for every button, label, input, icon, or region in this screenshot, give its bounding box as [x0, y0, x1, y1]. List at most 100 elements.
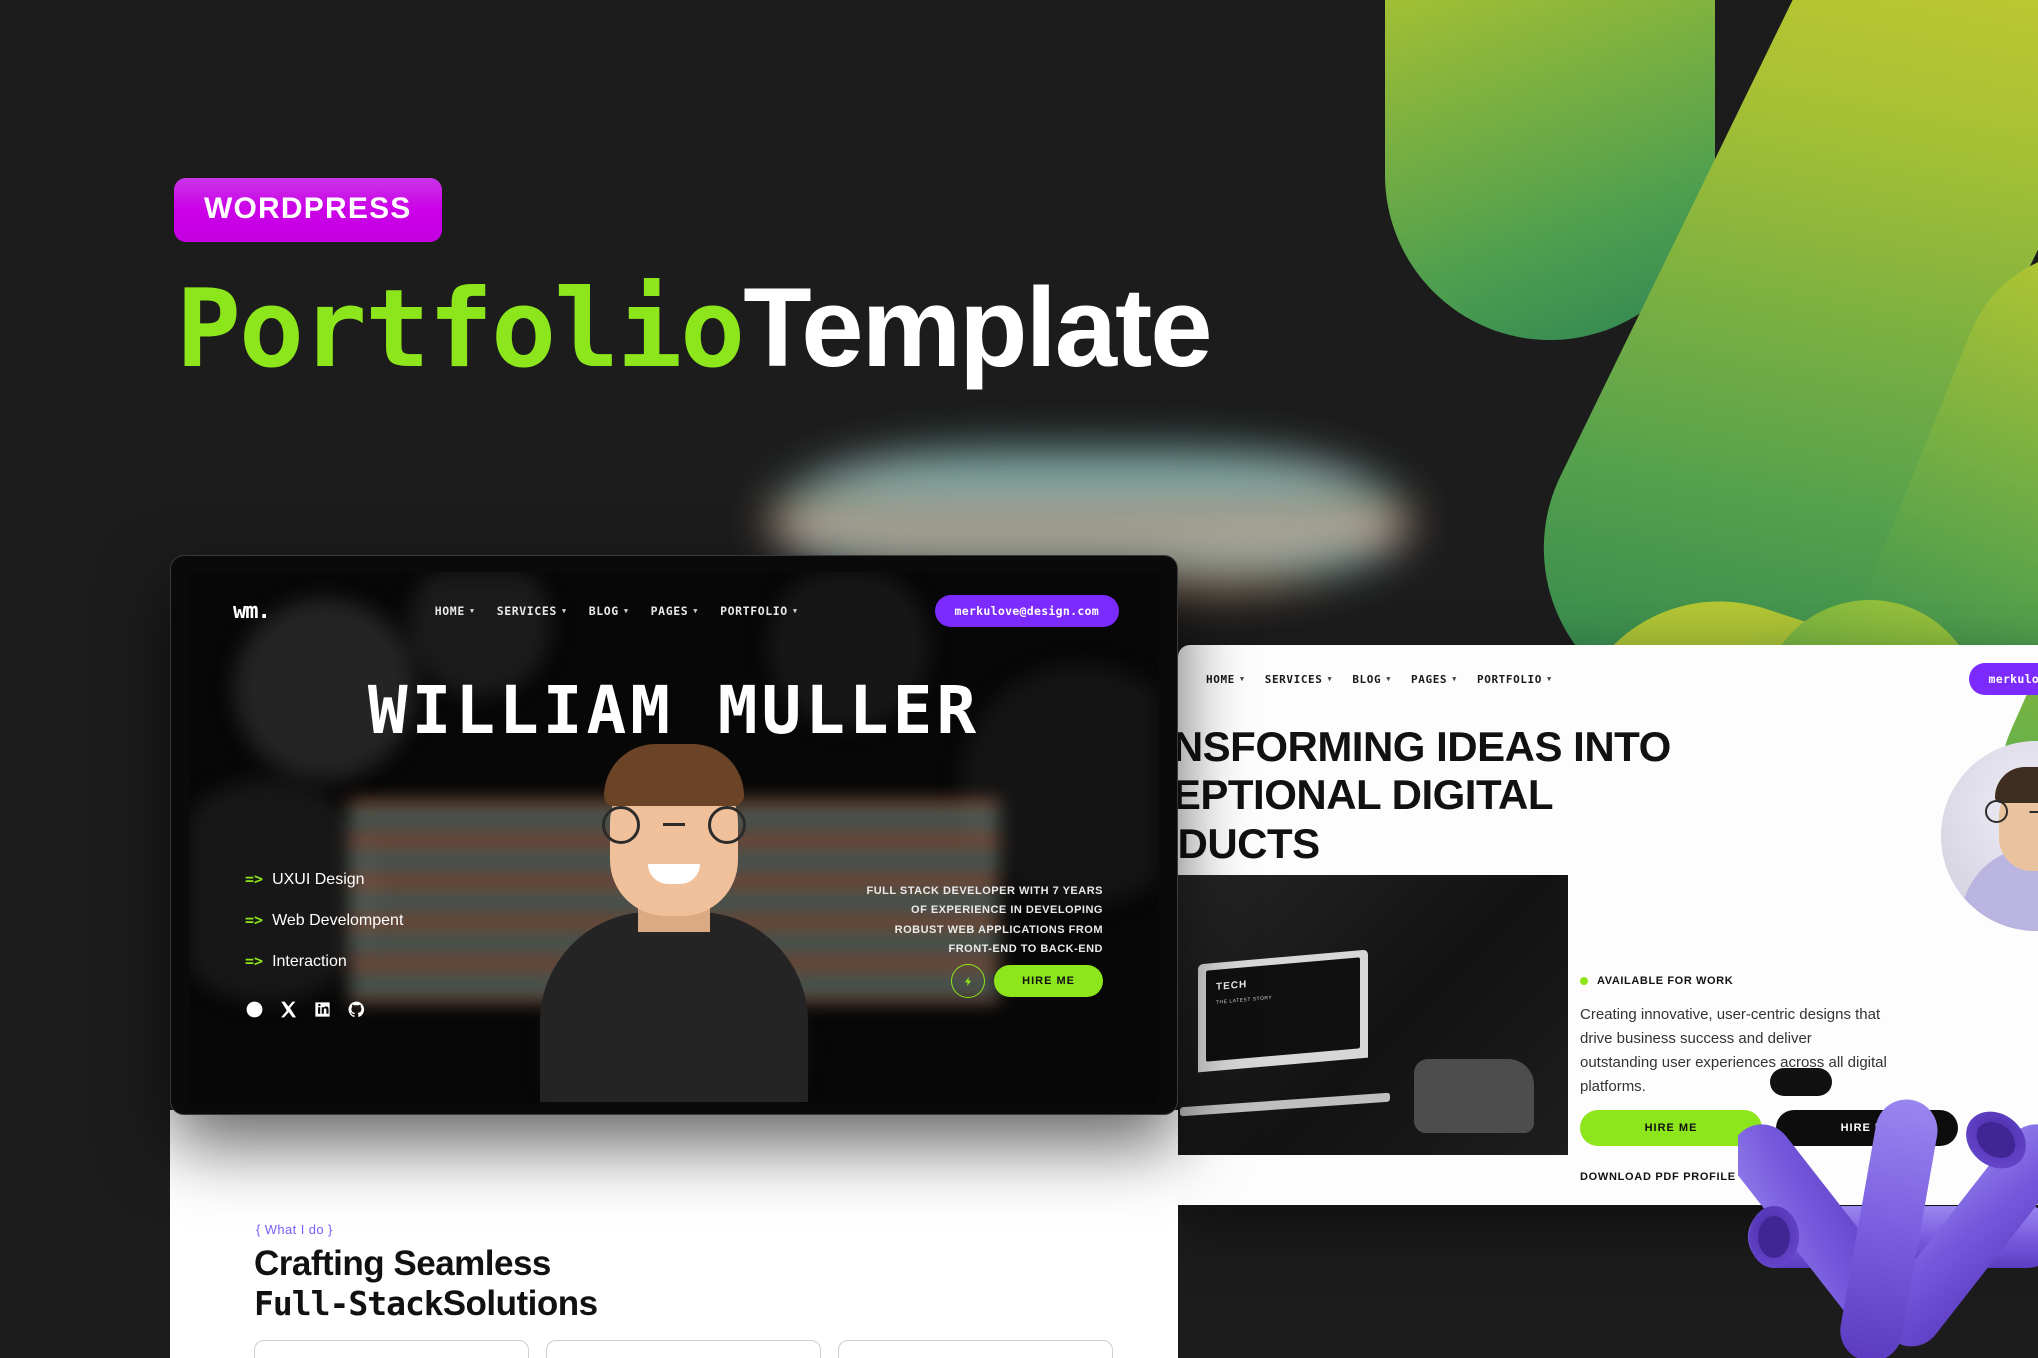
skill-item-interaction[interactable]: => Interaction	[245, 952, 403, 971]
portrait-hair	[604, 744, 744, 806]
portrait-glasses-bridge	[663, 823, 685, 826]
lightning-bolt-button[interactable]	[951, 964, 986, 998]
dark-nav-item-services[interactable]: SERVICES ▼	[497, 604, 567, 618]
section-heading-fullstack: Full-Stack	[254, 1284, 444, 1323]
chevron-down-icon: ▼	[792, 606, 798, 615]
photo-laptop: TECH THE LATEST STORY	[1198, 949, 1368, 1073]
page-title: PortfolioTemplate	[176, 272, 1213, 384]
light-nav-label-pages: PAGES	[1411, 672, 1448, 686]
chevron-down-icon: ▼	[693, 606, 699, 615]
hire-me-primary-button[interactable]: HIRE ME	[1580, 1110, 1762, 1146]
dark-nav-label-blog: BLOG	[588, 604, 619, 618]
hire-me-button[interactable]: HIRE ME	[994, 965, 1103, 997]
light-nav-item-services[interactable]: SERVICES ▼	[1265, 673, 1333, 686]
chevron-down-icon: ▼	[1386, 674, 1392, 683]
lightning-bolt-icon	[964, 976, 971, 986]
green-blob-1	[1385, 0, 1715, 340]
wordpress-badge: WORDPRESS	[174, 178, 442, 242]
photo-rock-shape	[1414, 1059, 1534, 1133]
download-pdf-link[interactable]: DOWNLOAD PDF PROFILE	[1580, 1170, 1758, 1183]
chevron-down-icon: ▼	[1452, 674, 1457, 683]
site-logo[interactable]: wm.	[233, 599, 271, 624]
page-title-portfolio: Portfolio	[176, 267, 745, 392]
avatar-glasses-left	[1985, 800, 2008, 823]
page-title-template: Template	[743, 265, 1212, 390]
light-nav-label-home: HOME	[1206, 672, 1235, 686]
laptop-screen-title: TECH	[1216, 979, 1248, 993]
skills-list: => UXUI Design => Web Develompent => Int…	[245, 870, 403, 993]
hero-portrait	[349, 732, 999, 1102]
light-nav-label-services: SERVICES	[1264, 672, 1323, 686]
service-card-2[interactable]	[546, 1340, 821, 1358]
hero-cta-row: HIRE ME	[951, 964, 1103, 998]
skill-label-uxui: UXUI Design	[272, 871, 365, 888]
light-nav-label-portfolio: PORTFOLIO	[1477, 672, 1543, 686]
linkedin-icon[interactable]	[313, 1000, 332, 1019]
download-pdf-label: DOWNLOAD PDF PROFILE	[1580, 1170, 1736, 1183]
dark-nav-label-pages: PAGES	[650, 604, 689, 618]
status-badge: AVAILABLE FOR WORK	[1597, 975, 1734, 987]
laptop-screen-subtitle: THE LATEST STORY	[1216, 994, 1273, 1006]
light-nav-menu: HOME ▼ SERVICES ▼ BLOG ▼ PAGES ▼ PORTFOL…	[1206, 673, 1552, 686]
avatar-glasses-bridge	[2029, 810, 2038, 813]
light-nav-label-blog: BLOG	[1352, 672, 1382, 686]
github-icon[interactable]	[347, 1000, 366, 1019]
black-pill-shape	[1770, 1068, 1832, 1096]
hero-name: WILLIAM MULLER	[367, 672, 981, 749]
chevron-down-icon: ▼	[469, 606, 475, 615]
photo-laptop-base	[1180, 1092, 1390, 1117]
chevron-down-icon: ▼	[623, 606, 629, 615]
dark-nav-item-portfolio[interactable]: PORTFOLIO ▼	[720, 604, 798, 618]
arrow-icon: =>	[245, 952, 264, 970]
portrait-body	[540, 912, 808, 1102]
light-nav-item-portfolio[interactable]: PORTFOLIO ▼	[1477, 673, 1552, 686]
portrait-glasses-left	[602, 806, 640, 844]
light-email-button[interactable]: merkulove@design.com	[1968, 663, 2038, 695]
chevron-down-icon: ▼	[561, 606, 567, 615]
dark-nav-item-blog[interactable]: BLOG ▼	[589, 604, 629, 618]
portrait-figure	[540, 744, 808, 1102]
skill-label-interaction: Interaction	[272, 953, 347, 970]
dark-nav-item-home[interactable]: HOME ▼	[435, 604, 475, 618]
service-card-1[interactable]	[254, 1340, 529, 1358]
dark-nav-label-services: SERVICES	[496, 604, 557, 618]
dark-nav-label-home: HOME	[434, 604, 465, 618]
skill-item-web-development[interactable]: => Web Develompent	[245, 911, 403, 930]
social-links	[245, 1000, 366, 1019]
x-icon[interactable]	[279, 1000, 298, 1019]
section-eyebrow: { What I do }	[256, 1222, 333, 1237]
what-i-do-section: { What I do } Crafting Seamless Full-Sta…	[170, 1110, 1178, 1358]
light-nav-item-home[interactable]: HOME ▼	[1206, 673, 1245, 686]
chevron-down-icon: ▼	[1327, 674, 1333, 683]
photo-laptop-screen: TECH THE LATEST STORY	[1206, 957, 1360, 1062]
arrow-icon: =>	[245, 870, 264, 888]
purple-3d-jack-shape	[1738, 1099, 2038, 1358]
light-hero-heading: TRANSFORMING IDEAS INTO EXCEPTIONAL DIGI…	[1178, 723, 1671, 867]
facebook-icon[interactable]	[245, 1000, 264, 1019]
dark-nav-menu: HOME ▼ SERVICES ▼ BLOG ▼ PAGES ▼ PORTFOL…	[435, 604, 798, 618]
dark-site-preview: wm. HOME ▼ SERVICES ▼ BLOG ▼ PAGES ▼ POR…	[170, 555, 1178, 1115]
skill-item-uxui[interactable]: => UXUI Design	[245, 870, 403, 889]
light-nav-item-pages[interactable]: PAGES ▼	[1411, 673, 1457, 686]
light-site-navbar: HOME ▼ SERVICES ▼ BLOG ▼ PAGES ▼ PORTFOL…	[1178, 661, 2038, 697]
chevron-down-icon: ▼	[1547, 674, 1552, 683]
section-heading-line-1: Crafting Seamless	[254, 1244, 551, 1283]
arrow-icon: =>	[245, 911, 264, 929]
dark-nav-label-portfolio: PORTFOLIO	[720, 604, 788, 618]
section-heading-line-2: Full-StackSolutions	[254, 1284, 598, 1324]
availability-status: AVAILABLE FOR WORK	[1580, 975, 1733, 987]
dark-site-navbar: wm. HOME ▼ SERVICES ▼ BLOG ▼ PAGES ▼ POR…	[189, 590, 1159, 632]
status-dot-icon	[1580, 977, 1588, 985]
dark-nav-item-pages[interactable]: PAGES ▼	[651, 604, 698, 618]
dark-email-button[interactable]: merkulove@design.com	[934, 595, 1119, 627]
light-hero-photo: TECH THE LATEST STORY	[1178, 875, 1568, 1155]
dark-site-canvas: wm. HOME ▼ SERVICES ▼ BLOG ▼ PAGES ▼ POR…	[189, 572, 1159, 1104]
section-heading-solutions: Solutions	[442, 1284, 598, 1323]
screenshot-stage: WORDPRESS PortfolioTemplate HOME ▼ SERVI…	[0, 0, 2038, 1358]
chevron-down-icon: ▼	[1239, 674, 1245, 683]
light-nav-item-blog[interactable]: BLOG ▼	[1352, 673, 1391, 686]
service-cards	[254, 1340, 1113, 1358]
hero-bio: FULL STACK DEVELOPER WITH 7 YEARS OF EXP…	[866, 885, 1103, 955]
portrait-glasses-right	[708, 806, 746, 844]
service-card-3[interactable]	[838, 1340, 1113, 1358]
